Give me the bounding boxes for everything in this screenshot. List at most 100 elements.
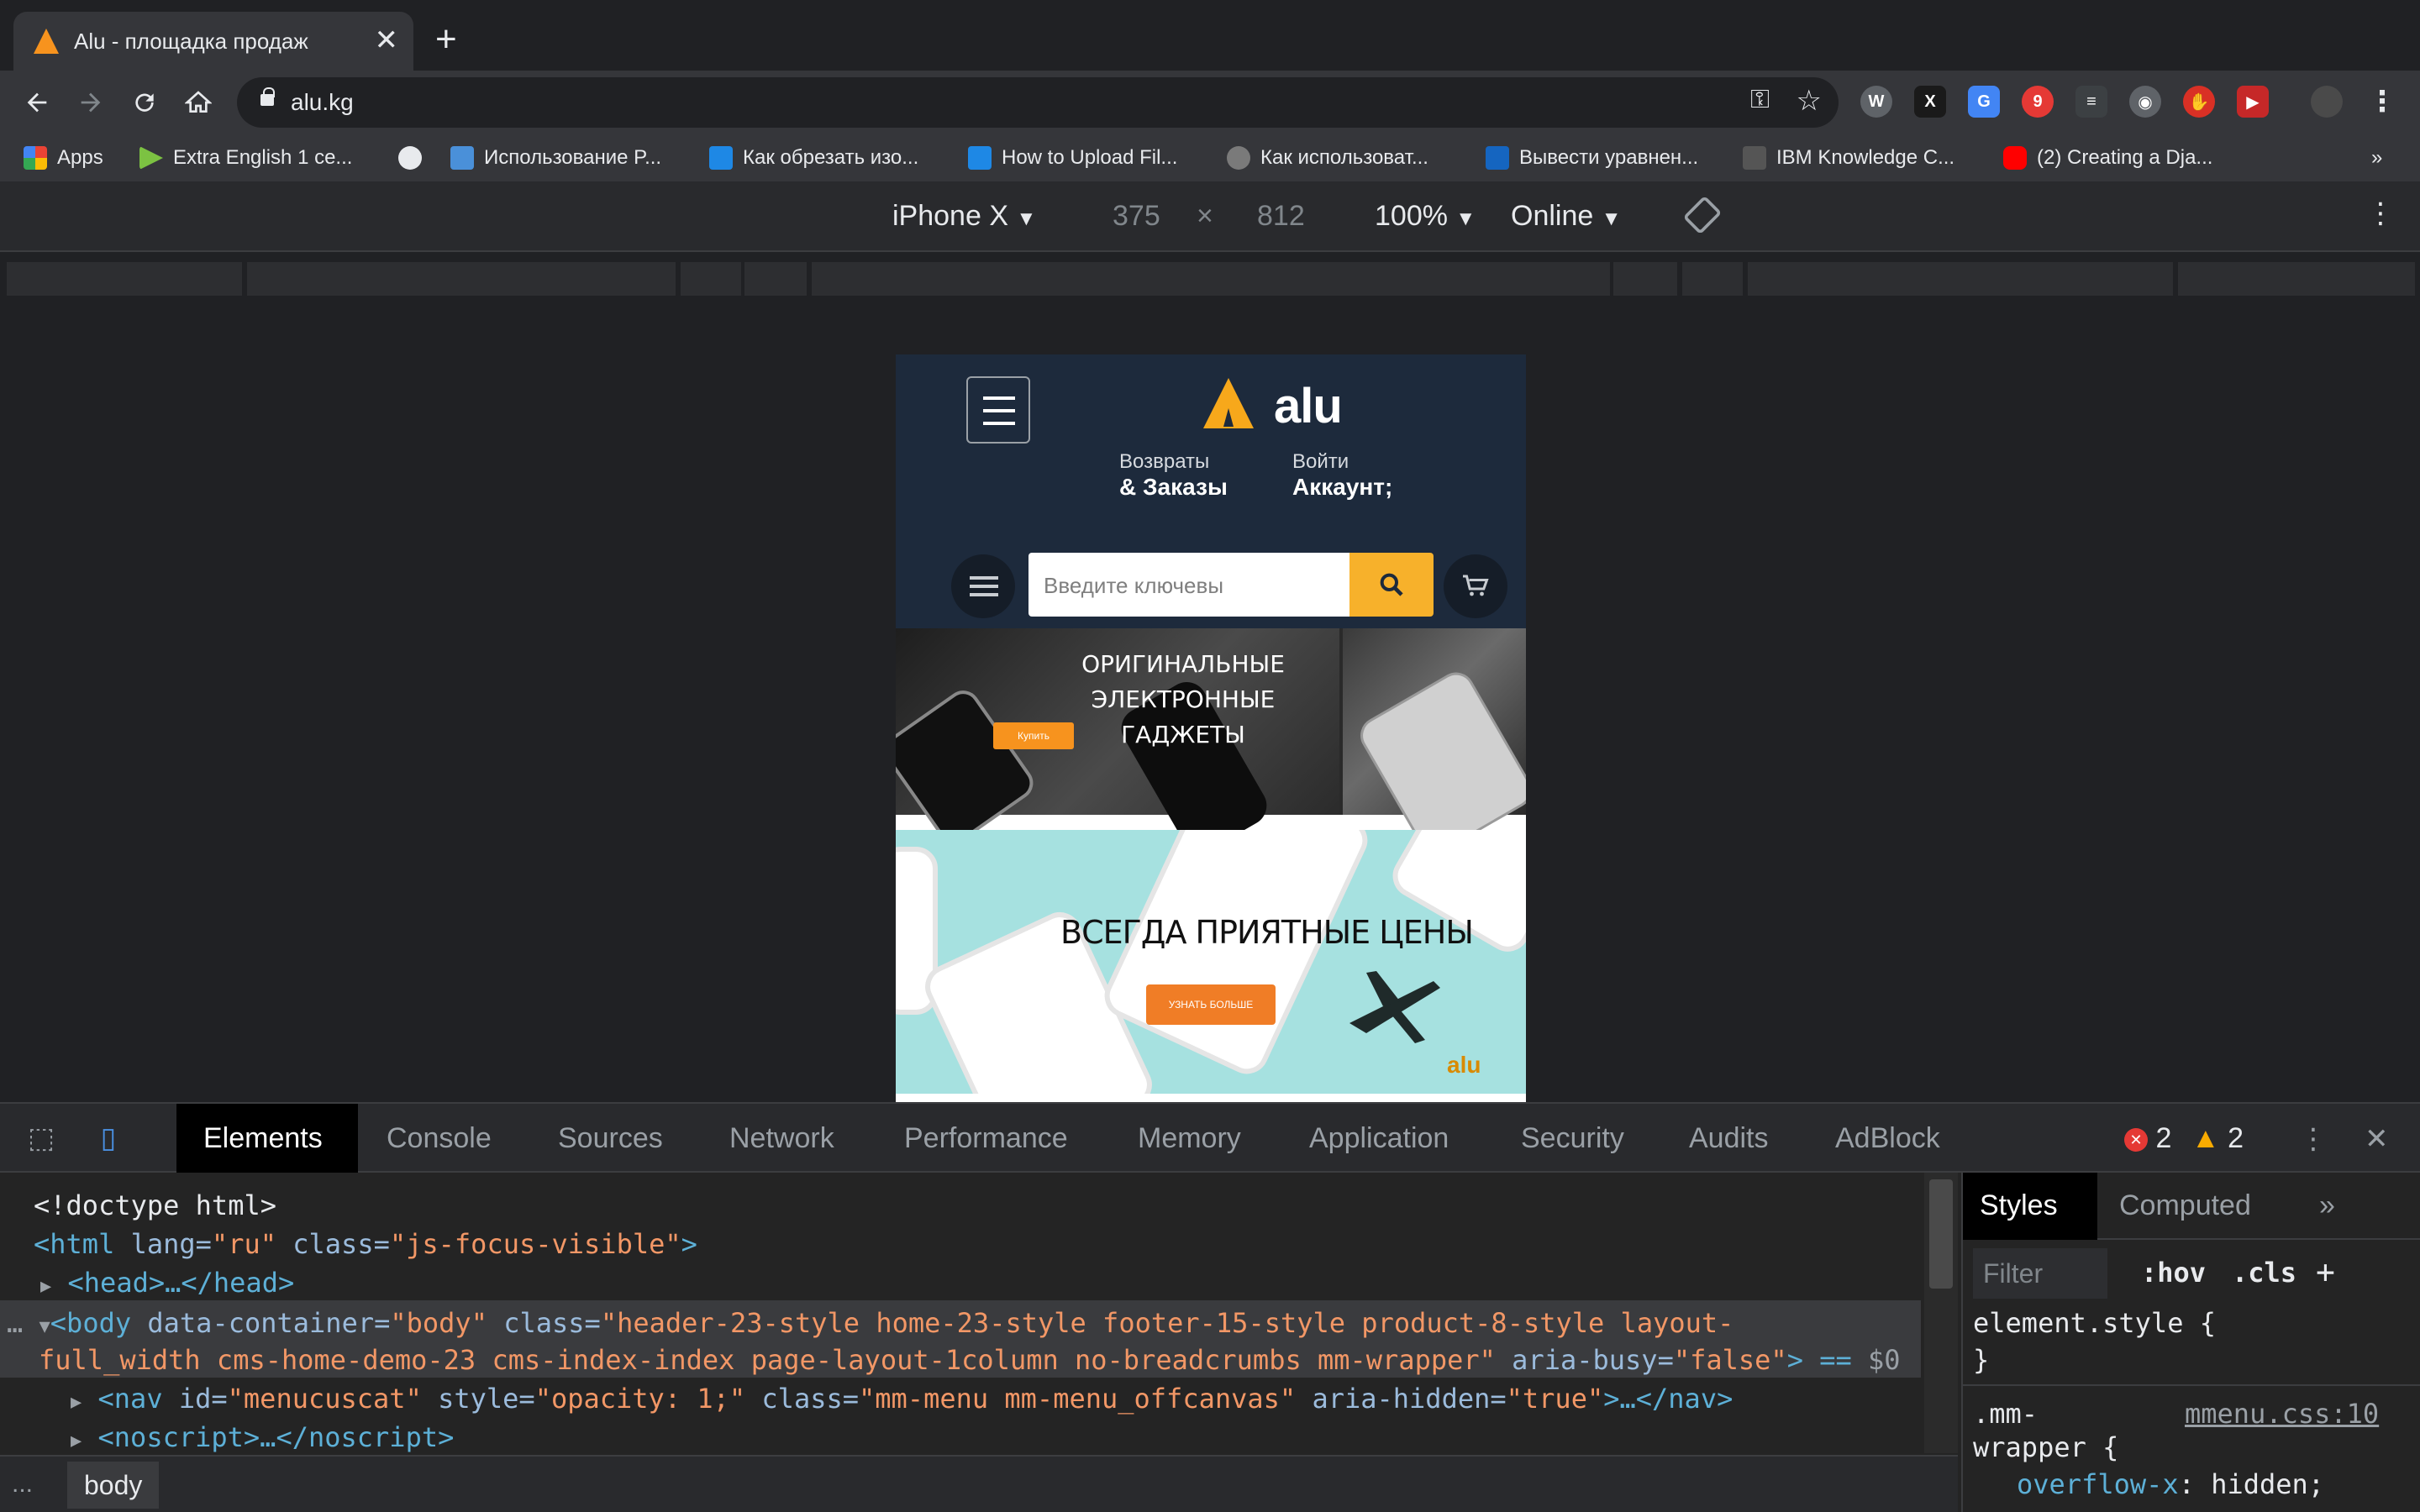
tab-adblock[interactable]: AdBlock [1835, 1122, 1940, 1155]
site-logo-text[interactable]: alu [1274, 378, 1343, 434]
device-select[interactable]: iPhone X ▼ [892, 200, 1036, 233]
extension-ninja-icon[interactable]: ≡ [2075, 86, 2107, 118]
media-query-segment[interactable] [744, 262, 807, 296]
bookmark-globe[interactable] [398, 143, 422, 173]
login-account-link[interactable]: Войти Аккаунт; [1292, 450, 1392, 501]
bookmark-vyvesti[interactable]: Вывести уравнен... [1486, 143, 1698, 173]
media-query-segment[interactable] [1748, 262, 2173, 296]
extension-wordpress-icon[interactable]: W [1860, 86, 1892, 118]
dom-line-html[interactable]: <html lang="ru" class="js-focus-visible"… [34, 1225, 697, 1263]
network-select[interactable]: Online ▼ [1511, 200, 1622, 233]
bookmark-star-icon[interactable]: ☆ [1797, 84, 1822, 118]
styles-filter-input[interactable]: Filter [1973, 1248, 2107, 1299]
rule-declaration[interactable]: overflow-x: hidden; [2017, 1468, 2324, 1500]
rule-source-link[interactable]: mmenu.css:10 [2185, 1398, 2379, 1430]
hamburger-menu-button[interactable] [966, 376, 1030, 444]
forward-button[interactable] [72, 84, 109, 121]
hov-button[interactable]: :hov [2141, 1257, 2206, 1289]
tab-elements[interactable]: Elements [203, 1122, 323, 1155]
category-menu-button[interactable] [951, 554, 1015, 618]
cls-button[interactable]: .cls [2232, 1257, 2296, 1289]
extension-fingerprint-icon[interactable]: 9 [2022, 86, 2054, 118]
dom-line-body-cont[interactable]: full_width cms-home-demo-23 cms-index-in… [39, 1341, 1901, 1379]
search-button[interactable] [1349, 553, 1434, 617]
tab-computed[interactable]: Computed [2119, 1189, 2251, 1222]
address-bar[interactable]: alu.kg ⚿ ☆ [237, 77, 1839, 128]
new-tab-button[interactable]: + [435, 18, 457, 60]
extension-video-icon[interactable]: ▶ [2237, 86, 2269, 118]
tab-application[interactable]: Application [1309, 1122, 1449, 1155]
tab-console[interactable]: Console [387, 1122, 492, 1155]
extension-adblock-icon[interactable]: ✋ [2183, 86, 2215, 118]
height-input[interactable]: 812 [1257, 200, 1305, 233]
rule-selector[interactable]: .mm- [1973, 1398, 2038, 1430]
warning-counter[interactable]: ▲ 2 [2191, 1122, 2244, 1155]
tab-close-icon[interactable]: ✕ [375, 24, 399, 57]
breadcrumb-more-icon[interactable]: ... [12, 1470, 33, 1499]
zoom-select[interactable]: 100% ▼ [1375, 200, 1476, 233]
media-query-segment[interactable] [681, 262, 741, 296]
tab-audits[interactable]: Audits [1689, 1122, 1769, 1155]
media-query-segment[interactable] [7, 262, 242, 296]
buy-button[interactable]: Купить [993, 722, 1074, 749]
reload-button[interactable] [126, 84, 163, 121]
ellipsis-icon[interactable]: … [7, 1307, 23, 1339]
home-button[interactable] [180, 84, 217, 121]
width-input[interactable]: 375 [1113, 200, 1160, 233]
tab-styles[interactable]: Styles [1980, 1189, 2058, 1222]
error-counter[interactable]: ✕ 2 [2124, 1122, 2171, 1155]
bookmark-extra-english[interactable]: Extra English 1 ce... [139, 143, 352, 173]
media-query-segment[interactable] [812, 262, 1610, 296]
device-toolbar-menu-icon[interactable]: ⋮ [2366, 197, 2395, 230]
rotate-button[interactable] [1684, 197, 1721, 241]
tab-performance[interactable]: Performance [904, 1122, 1068, 1155]
extension-translate-icon[interactable]: G [1968, 86, 2000, 118]
bookmark-how-to-upload[interactable]: How to Upload Fil... [968, 143, 1177, 173]
bookmarks-overflow-button[interactable]: » [2371, 143, 2382, 173]
devtools-menu-icon[interactable]: ⋮ [2299, 1122, 2328, 1156]
key-icon[interactable]: ⚿ [1750, 86, 1770, 114]
cart-button[interactable] [1444, 554, 1507, 618]
extension-spy-icon[interactable]: ◉ [2129, 86, 2161, 118]
bookmark-ibm[interactable]: IBM Knowledge C... [1743, 143, 1954, 173]
dom-line-noscript[interactable]: ▶ <noscript>…</noscript> [71, 1418, 454, 1457]
dom-line-head[interactable]: ▶ <head>…</head> [40, 1263, 294, 1302]
media-query-segment[interactable] [1613, 262, 1677, 296]
styles-more-icon[interactable]: » [2319, 1189, 2335, 1222]
returns-orders-link[interactable]: Возвраты & Заказы [1119, 450, 1228, 501]
element-style-selector[interactable]: element.style { [1973, 1307, 2216, 1339]
inspect-element-icon[interactable]: ⬚ [22, 1119, 60, 1158]
scrollbar-thumb[interactable] [1929, 1179, 1953, 1289]
back-button[interactable] [18, 84, 55, 121]
browser-menu-icon[interactable]: ⋮ [2366, 86, 2398, 118]
dom-line-body[interactable]: … ▼<body data-container="body" class="he… [7, 1304, 1733, 1342]
tab-security[interactable]: Security [1521, 1122, 1624, 1155]
media-query-segment[interactable] [247, 262, 676, 296]
bookmark-ispolzovanie[interactable]: Использование P... [450, 143, 661, 173]
collapse-triangle-icon[interactable]: ▼ [39, 1316, 50, 1337]
rule-selector[interactable]: wrapper { [1973, 1431, 2118, 1463]
breadcrumb-body[interactable]: body [67, 1462, 160, 1509]
device-toolbar-toggle-icon[interactable]: ▯ [89, 1119, 128, 1158]
tab-network[interactable]: Network [729, 1122, 834, 1155]
search-input[interactable]: Введите ключевы [1028, 553, 1349, 617]
new-style-rule-icon[interactable]: + [2316, 1253, 2335, 1290]
dom-tree-scrollbar[interactable] [1924, 1173, 1958, 1453]
url-text[interactable]: alu.kg [291, 89, 354, 116]
profile-avatar[interactable] [2311, 86, 2343, 118]
bookmark-youtube[interactable]: (2) Creating a Dja... [2003, 143, 2212, 173]
expand-triangle-icon[interactable]: ▶ [40, 1276, 51, 1297]
learn-more-button[interactable]: УЗНАТЬ БОЛЬШЕ [1146, 984, 1276, 1025]
alu-logo-icon[interactable] [1203, 378, 1254, 428]
media-query-segment[interactable] [2178, 262, 2415, 296]
tab-sources[interactable]: Sources [558, 1122, 663, 1155]
dom-line-doctype[interactable]: <!doctype html> [34, 1186, 276, 1225]
extension-x-icon[interactable]: X [1914, 86, 1946, 118]
expand-triangle-icon[interactable]: ▶ [71, 1431, 82, 1452]
media-query-segment[interactable] [1682, 262, 1743, 296]
tab-memory[interactable]: Memory [1138, 1122, 1241, 1155]
bookmark-kak-obrezat[interactable]: Как обрезать изо... [709, 143, 918, 173]
bookmark-kak-ispolzovat[interactable]: Как использоват... [1227, 143, 1428, 173]
bookmark-apps[interactable]: Apps [24, 143, 103, 173]
prices-banner[interactable]: ВСЕГДА ПРИЯТНЫЕ ЦЕНЫ УЗНАТЬ БОЛЬШЕ alu [896, 830, 1526, 1094]
